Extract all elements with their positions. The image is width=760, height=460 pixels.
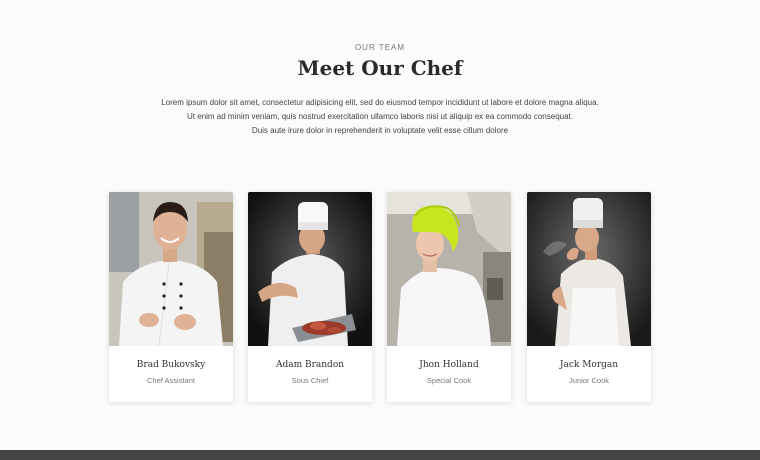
footer-bar [0,450,760,460]
chef-role: Special Cook [426,376,472,385]
intro-line: Ut enim ad minim veniam, quis nostrud ex… [187,112,573,121]
chef-role: Junior Cook [568,376,610,385]
chef-name: Brad Bukovsky [136,360,206,370]
chef-name: Jhon Holland [419,360,479,370]
section-intro: Lorem ipsum dolor sit amet, consectetur … [130,96,630,138]
chef-card[interactable]: Brad Bukovsky Chef Assistant [109,192,233,402]
chef-photo [248,192,372,346]
chef-role: Chef Assistant [147,376,195,385]
chef-card[interactable]: Adam Brandon Sous Chief [248,192,372,402]
chef-name: Adam Brandon [275,360,345,370]
team-section: OUR TEAM Meet Our Chef Lorem ipsum dolor… [0,0,760,450]
chef-photo [387,192,511,346]
section-title: Meet Our Chef [297,56,463,80]
chef-photo [109,192,233,346]
chef-name: Jack Morgan [559,360,619,370]
intro-line: Lorem ipsum dolor sit amet, consectetur … [161,98,599,107]
section-eyebrow: OUR TEAM [354,43,406,52]
chef-card[interactable]: Jack Morgan Junior Cook [527,192,651,402]
chef-photo [527,192,651,346]
chef-role: Sous Chief [291,376,329,385]
chef-card[interactable]: Jhon Holland Special Cook [387,192,511,402]
intro-line: Duis aute irure dolor in reprehenderit i… [251,126,509,135]
chef-cards: Brad Bukovsky Chef Assistant Adam Brando… [109,192,651,404]
